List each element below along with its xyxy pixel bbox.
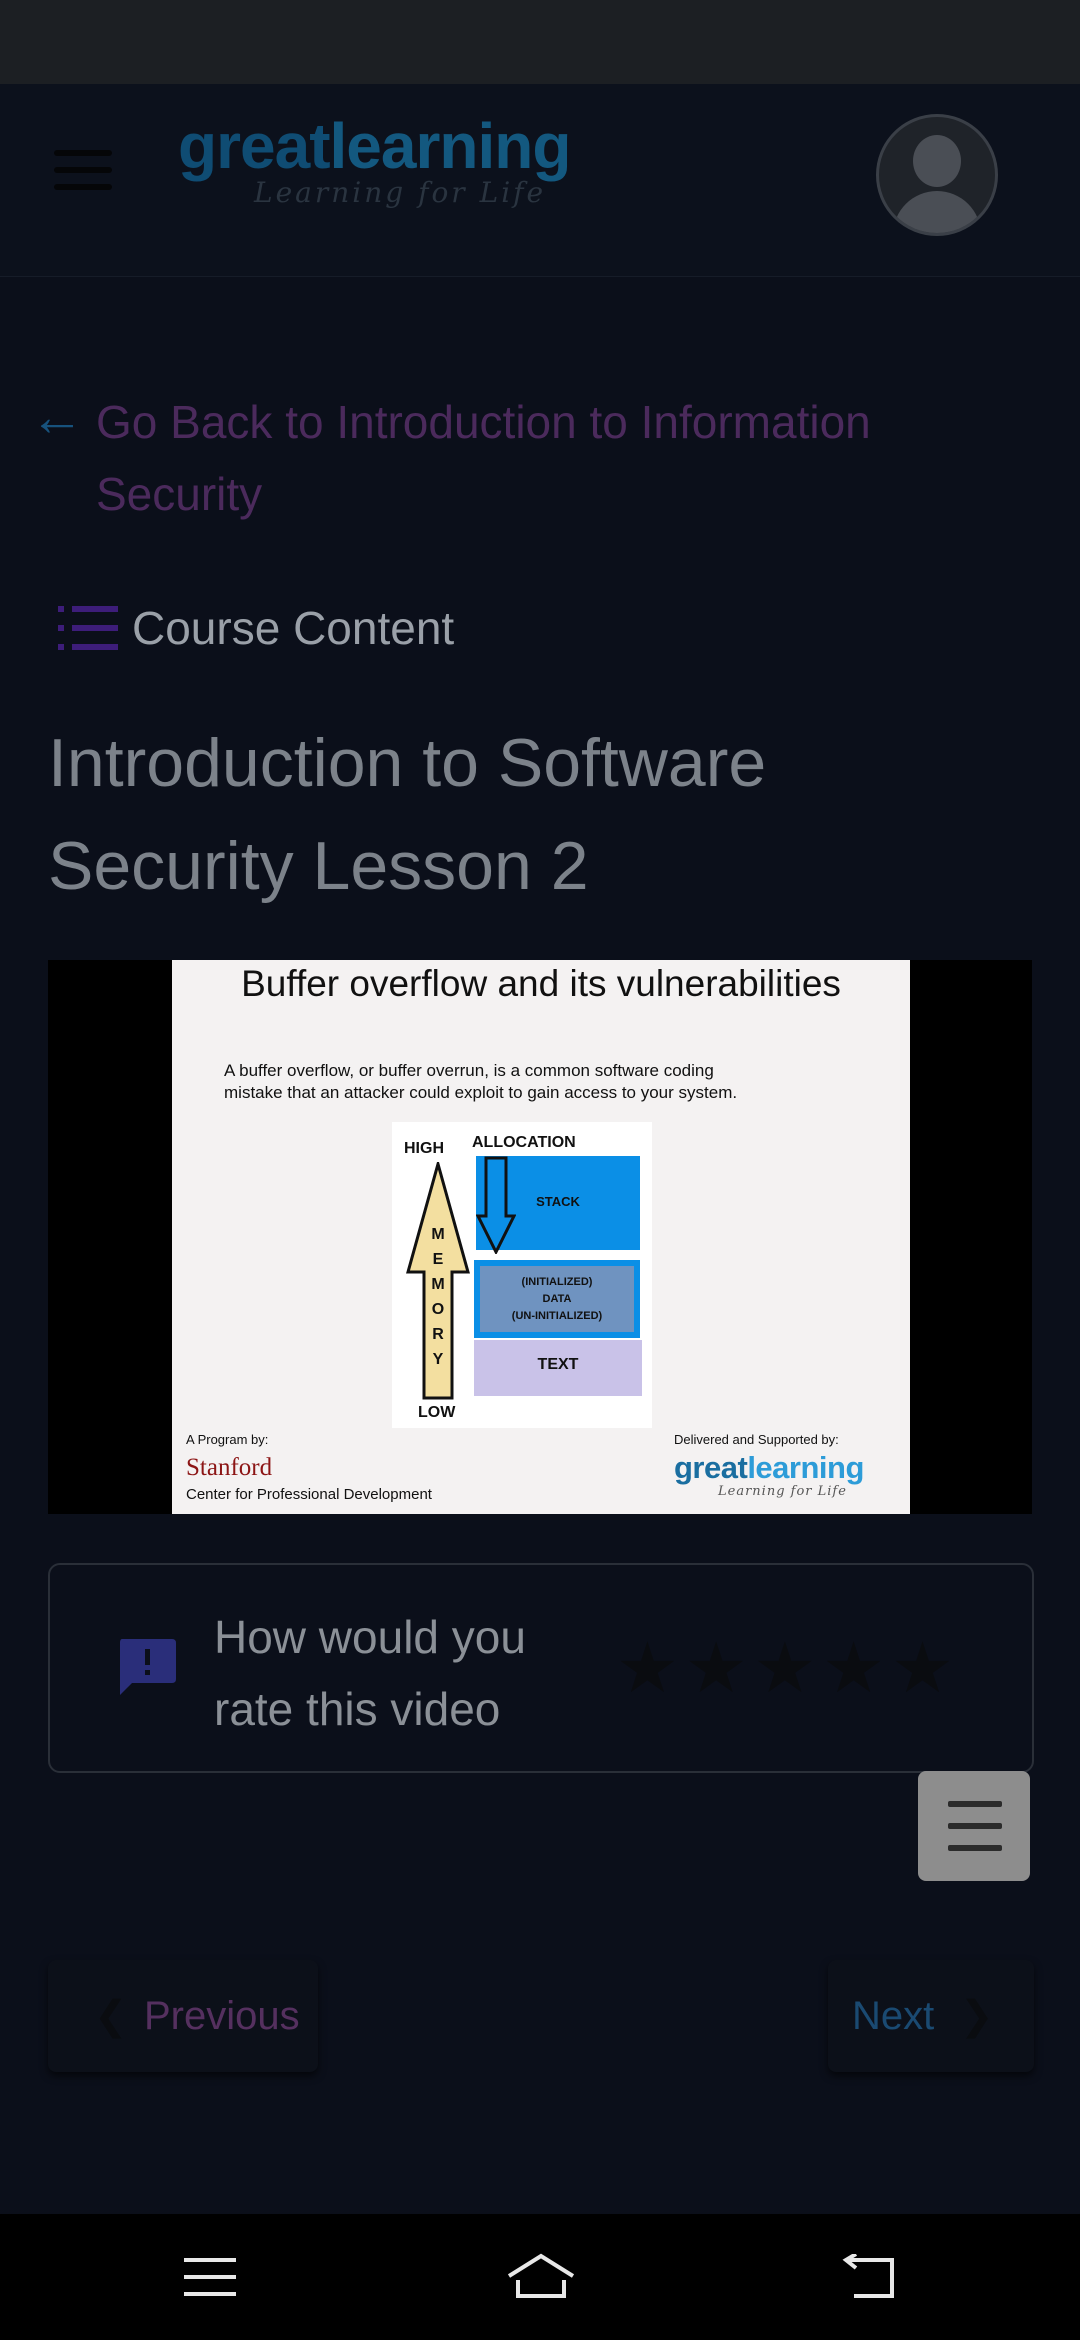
go-back-label: Go Back to Introduction to Information S… bbox=[96, 396, 871, 520]
home-icon[interactable] bbox=[506, 2252, 576, 2300]
previous-label: Previous bbox=[144, 1994, 300, 2038]
video-player[interactable]: Buffer overflow and its vulnerabilities … bbox=[48, 960, 1032, 1514]
diagram-memory-letters: M E M O R Y bbox=[431, 1226, 445, 1368]
course-content-label: Course Content bbox=[132, 602, 455, 654]
star-icon[interactable]: ★ bbox=[685, 1629, 748, 1707]
diagram-high: HIGH bbox=[404, 1140, 444, 1157]
cpd-label: Center for Professional Development bbox=[186, 1486, 432, 1503]
status-bar bbox=[0, 0, 1080, 84]
star-icon[interactable]: ★ bbox=[754, 1629, 817, 1707]
text-box: TEXT bbox=[474, 1340, 642, 1396]
floating-menu-button[interactable] bbox=[918, 1771, 1030, 1881]
program-by-label: A Program by: bbox=[186, 1432, 269, 1447]
logo-tagline: Learning for Life bbox=[254, 176, 547, 209]
slide-greatlearning-logo: greatlearning bbox=[674, 1450, 864, 1485]
back-icon[interactable] bbox=[842, 2254, 896, 2300]
feedback-icon bbox=[120, 1639, 176, 1695]
chevron-left-icon: ❮ bbox=[94, 1994, 128, 2038]
next-label: Next bbox=[852, 1994, 935, 2038]
hamburger-icon[interactable] bbox=[54, 150, 112, 196]
diagram-allocation: ALLOCATION bbox=[472, 1134, 576, 1151]
star-icon[interactable]: ★ bbox=[822, 1629, 885, 1707]
slide-body: A buffer overflow, or buffer overrun, is… bbox=[224, 1061, 738, 1102]
rating-card: How would you rate this video ★★★★★ bbox=[48, 1563, 1034, 1773]
delivered-by-label: Delivered and Supported by: bbox=[674, 1432, 839, 1447]
star-rating[interactable]: ★★★★★ bbox=[616, 1633, 960, 1703]
menu-icon bbox=[948, 1801, 1002, 1807]
down-arrow-shape bbox=[476, 1156, 516, 1254]
next-button[interactable]: Next ❯ bbox=[828, 1960, 1034, 2072]
lesson-title: Introduction to Software Security Lesson… bbox=[48, 725, 767, 904]
stanford-logo: Stanford bbox=[186, 1454, 273, 1481]
data-box: (INITIALIZED) DATA (UN-INITIALIZED) bbox=[474, 1260, 640, 1338]
chevron-right-icon: ❯ bbox=[960, 1994, 994, 2038]
rating-prompt: How would you rate this video bbox=[214, 1611, 526, 1735]
memory-diagram: HIGH ALLOCATION M E M O R Y STACK (INITI… bbox=[392, 1122, 652, 1428]
star-icon[interactable]: ★ bbox=[891, 1629, 954, 1707]
system-navigation-bar bbox=[0, 2214, 1080, 2340]
video-frame: Buffer overflow and its vulnerabilities … bbox=[172, 960, 910, 1514]
arrow-left-icon: ← bbox=[30, 387, 84, 447]
list-icon bbox=[58, 606, 118, 650]
previous-button[interactable]: ❮ Previous bbox=[48, 1960, 318, 2072]
star-icon[interactable]: ★ bbox=[616, 1629, 679, 1707]
slide-greatlearning-tagline: Learning for Life bbox=[718, 1484, 847, 1499]
greatlearning-logo[interactable]: greatlearning Learning for Life bbox=[178, 114, 638, 214]
slide-title: Buffer overflow and its vulnerabilities bbox=[241, 963, 841, 1004]
logo-brand-learning: learning bbox=[329, 110, 572, 182]
text-label: TEXT bbox=[537, 1356, 579, 1373]
diagram-low: LOW bbox=[418, 1404, 456, 1421]
logo-brand-great: great bbox=[178, 110, 330, 182]
recents-icon[interactable] bbox=[184, 2256, 236, 2298]
user-avatar-icon[interactable] bbox=[876, 114, 998, 236]
